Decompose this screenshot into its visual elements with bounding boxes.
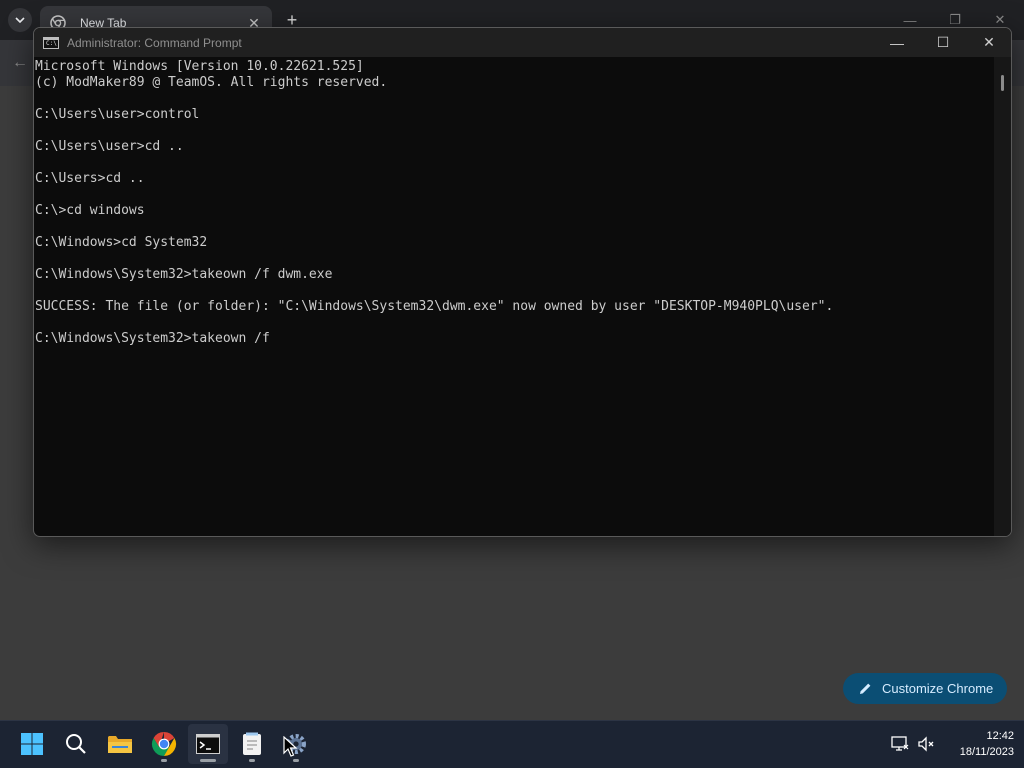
taskbar-command-prompt[interactable] [188, 724, 228, 764]
cmd-minimize-button[interactable]: — [874, 28, 920, 57]
taskbar-file-explorer[interactable] [100, 724, 140, 764]
command-prompt-window[interactable]: C:\ Administrator: Command Prompt — ☐ ✕ … [33, 27, 1012, 537]
console-output[interactable]: Microsoft Windows [Version 10.0.22621.52… [34, 57, 996, 536]
cmd-titlebar[interactable]: C:\ Administrator: Command Prompt — ☐ ✕ [34, 28, 1011, 57]
console-line: C:\Windows\System32>takeown /f dwm.exe [35, 267, 333, 282]
volume-muted-icon[interactable] [916, 734, 936, 754]
customize-chrome-label: Customize Chrome [882, 681, 994, 696]
command-prompt-icon: C:\ [43, 36, 59, 49]
windows-start-icon [21, 733, 43, 755]
mouse-pointer-icon [283, 736, 298, 757]
back-arrow-icon[interactable]: ← [12, 54, 32, 74]
clock-date: 18/11/2023 [959, 746, 1014, 758]
notepad-icon [243, 732, 261, 755]
cmd-window-title: Administrator: Command Prompt [67, 35, 242, 50]
cmd-scrollbar[interactable] [994, 57, 1011, 536]
tab-search-button[interactable] [8, 8, 32, 32]
customize-chrome-button[interactable]: Customize Chrome [843, 673, 1007, 704]
chevron-down-icon [15, 17, 25, 23]
taskbar-clock[interactable]: 12:42 18/11/2023 [940, 728, 1014, 762]
scrollbar-thumb[interactable] [1001, 75, 1004, 91]
console-line: SUCCESS: The file (or folder): "C:\Windo… [35, 299, 834, 314]
console-line: (c) ModMaker89 @ TeamOS. All rights rese… [35, 75, 388, 90]
taskbar-chrome[interactable] [144, 724, 184, 764]
taskbar-notepad[interactable] [232, 724, 272, 764]
console-line: C:\Windows>cd System32 [35, 235, 208, 250]
pencil-icon [860, 683, 871, 694]
cmd-maximize-button[interactable]: ☐ [920, 28, 966, 57]
console-line: C:\Users>cd .. [35, 171, 145, 186]
network-icon[interactable] [890, 734, 910, 754]
console-line: C:\Windows\System32>takeown /f [35, 331, 270, 346]
console-line: C:\Users\user>control [35, 107, 200, 122]
running-indicator [293, 759, 299, 762]
command-prompt-icon [196, 734, 220, 754]
active-indicator [200, 759, 216, 762]
running-indicator [161, 759, 167, 762]
folder-icon [108, 736, 132, 753]
start-button[interactable] [12, 724, 52, 764]
chrome-icon [151, 732, 177, 756]
console-line: Microsoft Windows [Version 10.0.22621.52… [35, 59, 364, 74]
console-line: C:\Users\user>cd .. [35, 139, 184, 154]
console-line: C:\>cd windows [35, 203, 145, 218]
search-icon [66, 734, 86, 754]
taskbar-search-button[interactable] [56, 724, 96, 764]
running-indicator [249, 759, 255, 762]
clock-time: 12:42 [986, 730, 1014, 742]
cmd-close-button[interactable]: ✕ [966, 28, 1011, 57]
